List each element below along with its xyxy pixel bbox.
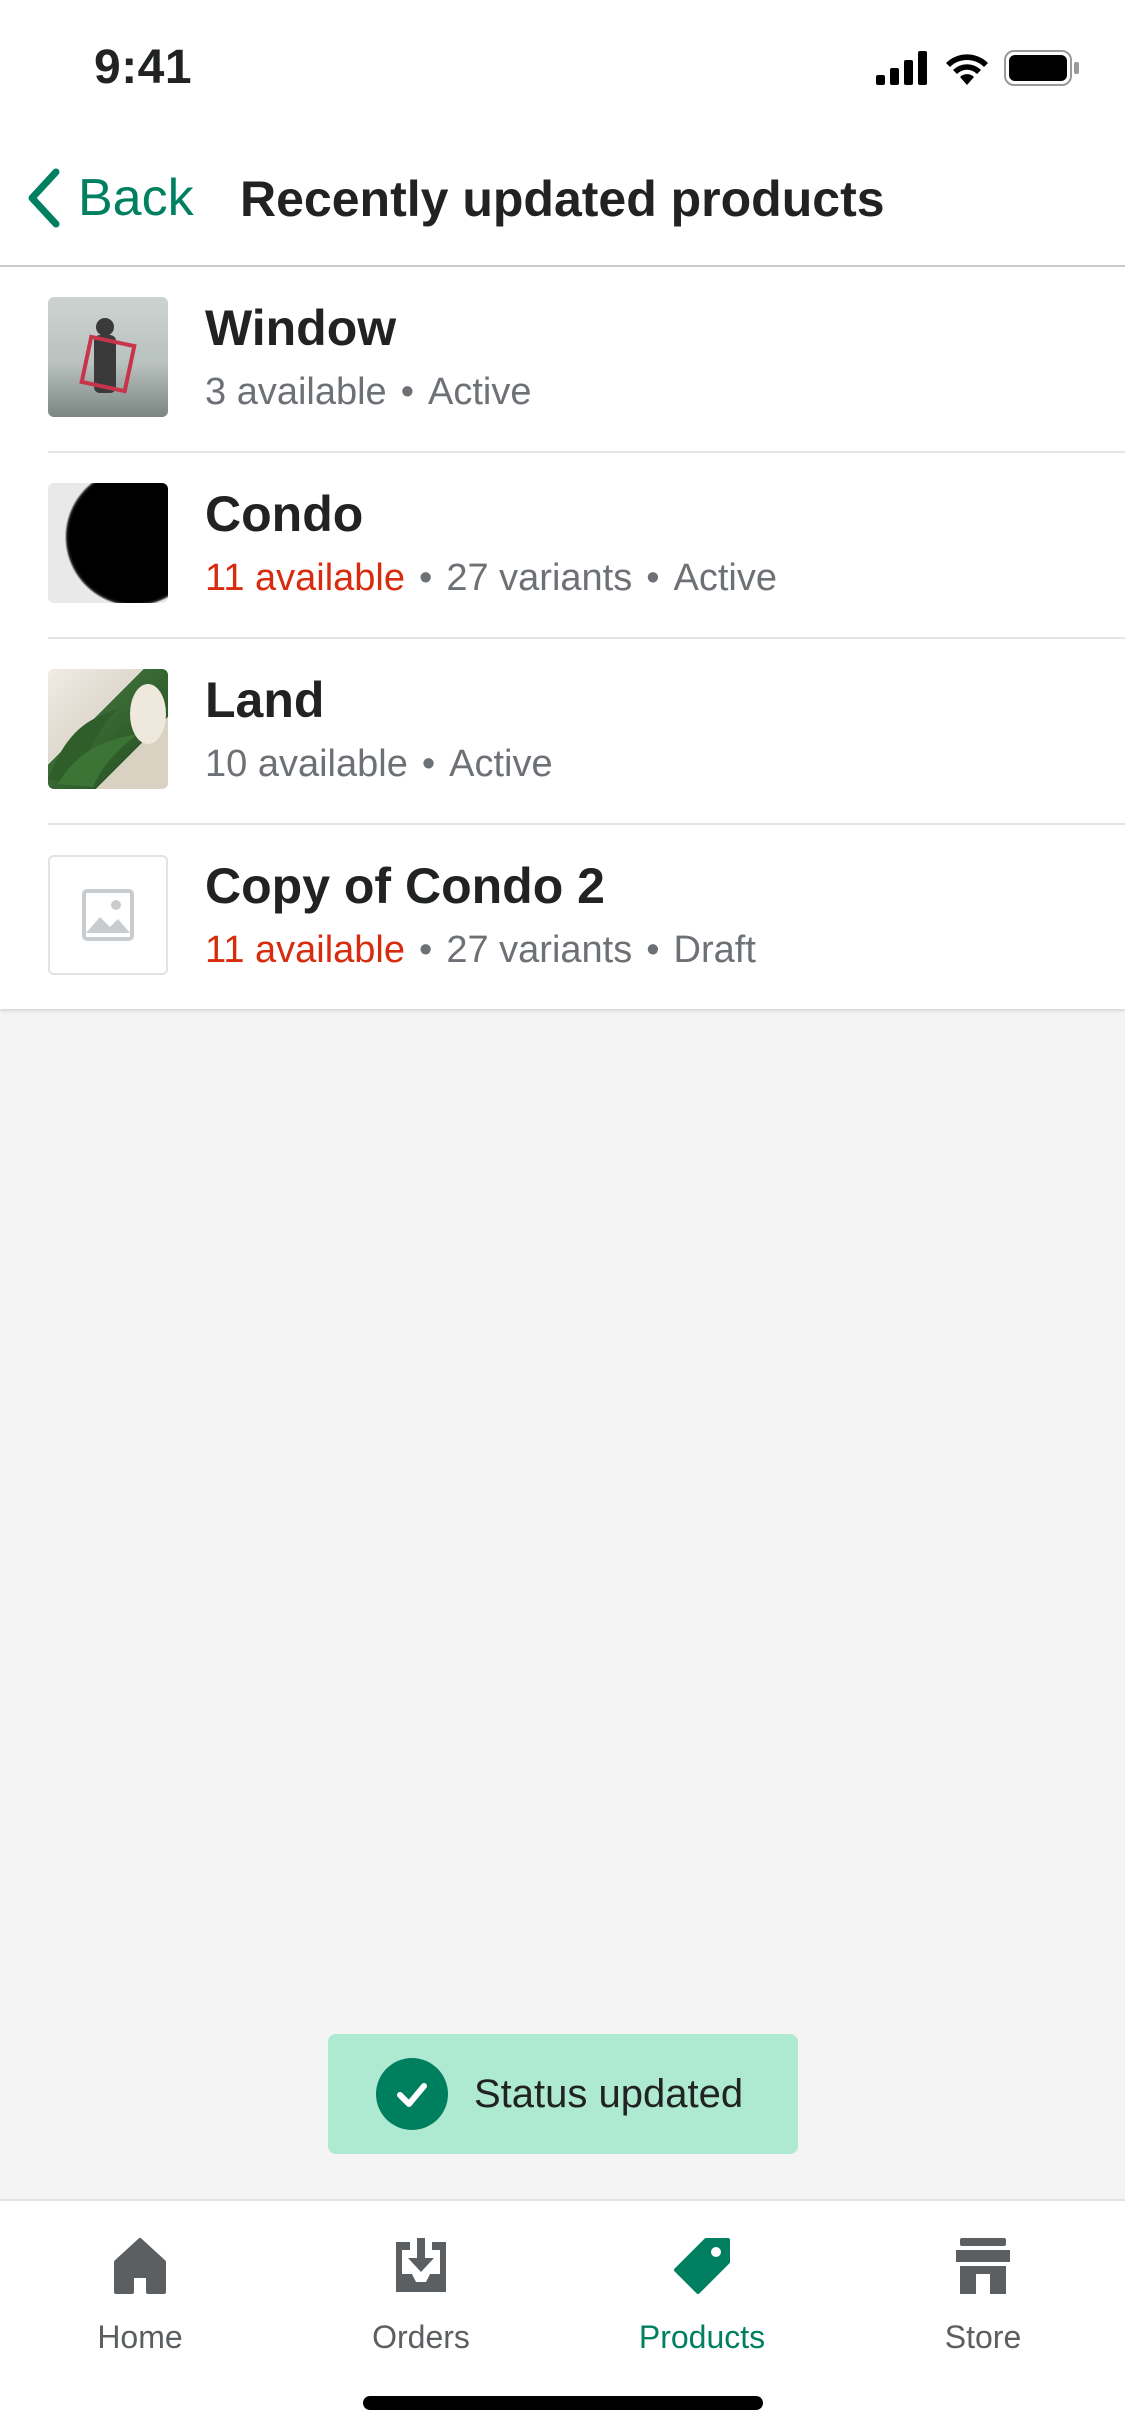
product-list: Window 3 available • Active Condo 11 avail… (0, 267, 1125, 1009)
product-meta: 3 available • Active (205, 371, 532, 413)
product-row-condo[interactable]: Condo 11 available • 27 variants • Active (0, 453, 1125, 639)
home-indicator (363, 2396, 763, 2410)
product-thumbnail (48, 855, 168, 975)
product-variants: 27 variants (446, 557, 633, 599)
orders-icon (396, 2238, 446, 2292)
navigation-bar: Back Recently updated products (0, 130, 1125, 267)
tab-orders[interactable]: Orders (321, 2231, 521, 2356)
product-thumbnail (48, 483, 168, 603)
product-thumbnail (48, 669, 168, 789)
plant-photo-icon (48, 684, 166, 787)
status-time: 9:41 (94, 41, 193, 94)
image-placeholder-icon (82, 889, 134, 941)
product-meta: 10 available • Active (205, 743, 553, 785)
page-title: Recently updated products (240, 171, 885, 227)
product-name: Copy of Condo 2 (205, 858, 605, 914)
status-toast: Status updated (328, 2034, 798, 2154)
tab-products[interactable]: Products (602, 2231, 802, 2356)
tab-store[interactable]: Store (883, 2231, 1083, 2356)
product-name: Condo (205, 486, 364, 542)
store-icon (956, 2238, 1010, 2294)
status-bar: 9:41 (0, 0, 1125, 130)
product-meta: 11 available • 27 variants • Active (205, 557, 778, 599)
product-row-land[interactable]: Land 10 available • Active (0, 639, 1125, 825)
chevron-left-icon (28, 168, 60, 228)
check-circle-icon (376, 2058, 448, 2130)
product-available: 11 available (205, 929, 406, 971)
back-button[interactable]: Back (24, 164, 194, 232)
tab-home[interactable]: Home (40, 2231, 240, 2356)
product-row-window[interactable]: Window 3 available • Active (0, 267, 1125, 453)
product-status: Active (673, 557, 778, 599)
product-variants: 27 variants (446, 929, 633, 971)
product-name: Land (205, 672, 325, 728)
product-meta: 11 available • 27 variants • Draft (205, 929, 756, 971)
product-status: Active (449, 743, 553, 785)
back-label: Back (78, 169, 194, 227)
product-row-copy-of-condo-2[interactable]: Copy of Condo 2 11 available • 27 variants… (0, 825, 1125, 1011)
product-thumbnail (48, 297, 168, 417)
person-photo-icon (79, 318, 137, 394)
cellular-signal-icon (876, 51, 927, 85)
tab-label: Products (638, 2319, 766, 2355)
product-available: 3 available (205, 371, 387, 413)
tab-label: Orders (372, 2319, 470, 2355)
battery-icon (1004, 50, 1079, 86)
toast-message: Status updated (474, 2071, 744, 2116)
tag-icon (674, 2238, 730, 2294)
tab-label: Home (97, 2319, 183, 2355)
wifi-icon (946, 54, 988, 85)
home-icon (114, 2238, 166, 2294)
tab-label: Store (944, 2319, 1022, 2355)
product-available: 10 available (205, 743, 408, 785)
product-available: 11 available (205, 557, 406, 599)
status-icons (876, 48, 1080, 88)
product-status: Draft (673, 929, 756, 971)
product-status: Active (428, 371, 532, 413)
product-name: Window (205, 300, 397, 356)
